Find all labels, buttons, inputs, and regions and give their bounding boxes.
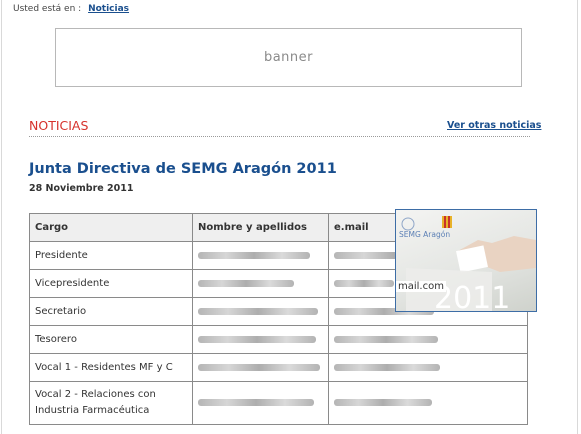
email-cell-redacted [328, 381, 528, 425]
email-cell-redacted [328, 353, 528, 382]
flag-stripe [444, 216, 446, 228]
breadcrumb-link-noticias[interactable]: Noticias [88, 4, 129, 14]
redacted-text [198, 363, 320, 371]
cargo-cell: Secretario [29, 297, 193, 326]
redacted-text [334, 335, 438, 343]
redacted-text [198, 335, 316, 343]
section-divider [29, 136, 530, 137]
table-row: Tesorero [29, 325, 528, 354]
breadcrumb-prefix: Usted está en : [13, 4, 82, 14]
email-cell-redacted [328, 325, 528, 354]
redacted-text [334, 399, 432, 406]
ballot-image: SEMG Aragón 2011 [399, 216, 536, 311]
cargo-cell: Tesorero [29, 325, 193, 354]
article-title: Junta Directiva de SEMG Aragón 2011 [29, 161, 337, 177]
more-news-link[interactable]: Ver otras noticias [447, 120, 541, 131]
cargo-cell: Vicepresidente [29, 269, 193, 298]
semg-logo-icon [401, 217, 415, 231]
redacted-text [198, 399, 314, 406]
nombre-cell-redacted [192, 381, 329, 425]
section-title: NOTICIAS [29, 118, 89, 133]
redacted-text [198, 279, 294, 287]
nombre-cell-redacted [192, 297, 329, 326]
nombre-cell-redacted [192, 353, 329, 382]
banner-label: banner [263, 50, 314, 65]
banner[interactable]: banner [55, 28, 522, 87]
header-cargo: Cargo [29, 213, 193, 242]
cargo-cell: Presidente [29, 241, 193, 270]
table-row: Vocal 1 - Residentes MF y C [29, 353, 528, 382]
nombre-cell-redacted [192, 269, 329, 298]
cargo-line: Industria Farmacéutica [35, 405, 150, 416]
redacted-text [334, 363, 440, 371]
header-nombre: Nombre y apellidos [192, 213, 329, 242]
email-fragment: mail.com [396, 281, 446, 292]
table-row: Vocal 2 - Relaciones con Industria Farma… [29, 381, 528, 425]
article-date: 28 Noviembre 2011 [29, 183, 134, 194]
cargo-line: Vocal 2 - Relaciones con [35, 389, 156, 400]
cargo-cell: Vocal 2 - Relaciones con Industria Farma… [29, 381, 193, 425]
redacted-text [198, 307, 318, 315]
flag-stripe [448, 216, 450, 228]
nombre-cell-redacted [192, 325, 329, 354]
redacted-text [198, 251, 310, 259]
cargo-cell: Vocal 1 - Residentes MF y C [29, 353, 193, 382]
aragon-flag-icon [442, 216, 452, 228]
redacted-text [334, 279, 394, 287]
news-photo: SEMG Aragón 2011 mail.com [395, 209, 537, 312]
photo-logo-text: SEMG Aragón [399, 230, 450, 239]
breadcrumb: Usted está en : Noticias [13, 4, 129, 14]
nombre-cell-redacted [192, 241, 329, 270]
